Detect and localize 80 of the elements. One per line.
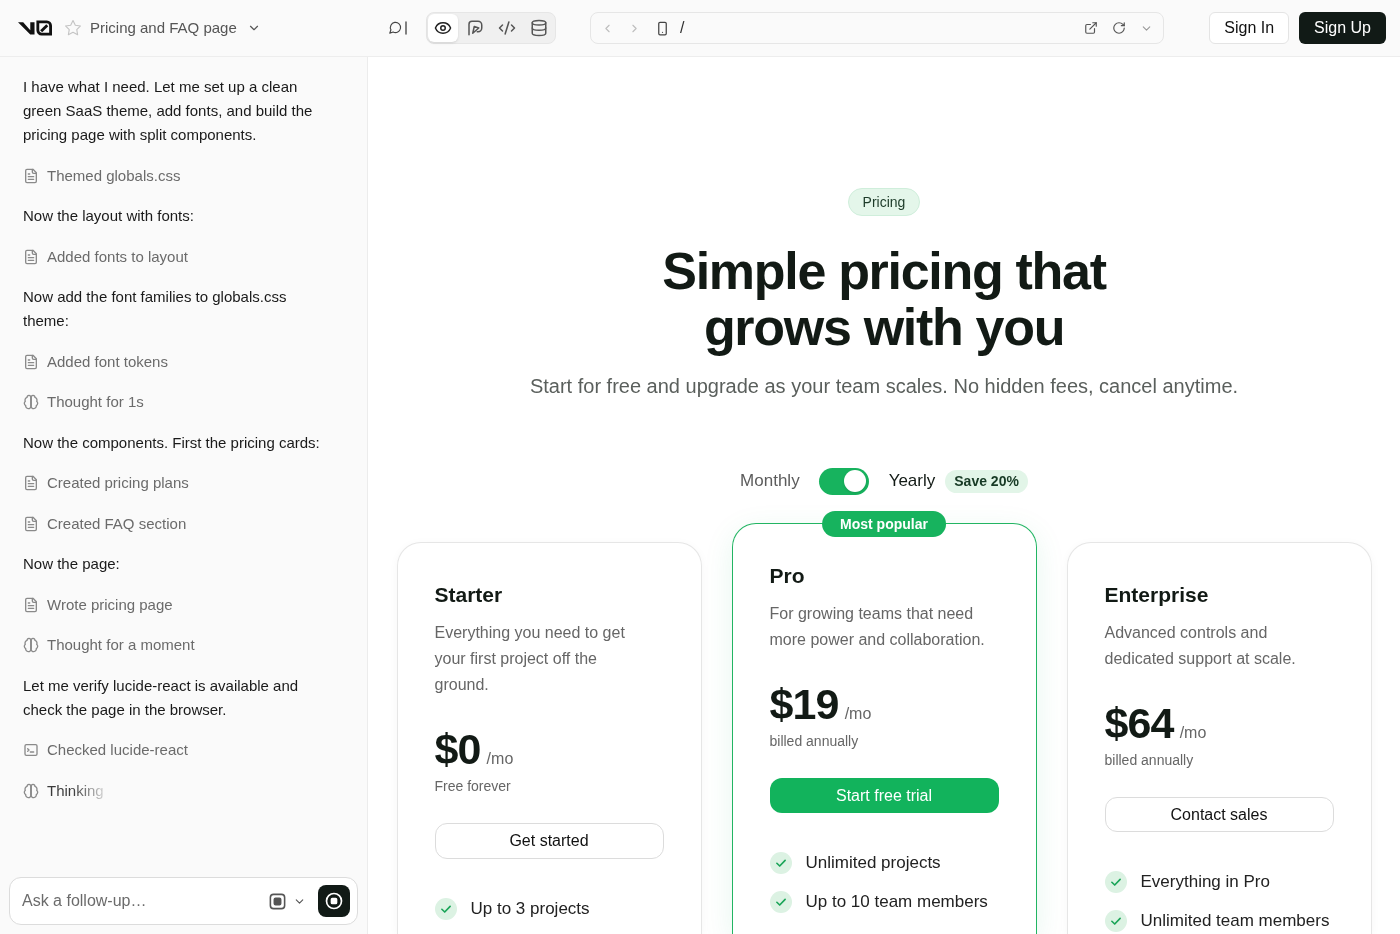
- step-label[interactable]: Created pricing plans: [47, 471, 189, 495]
- billing-label: Monthly: [740, 470, 800, 493]
- plan-feature: Unlimited team members: [1140, 910, 1330, 933]
- assistant-message: Now the layout with fonts:: [23, 206, 195, 226]
- price-period: /mo: [1179, 723, 1207, 743]
- billing-switch[interactable]: [818, 467, 869, 495]
- brain-icon: [23, 637, 39, 653]
- brain-icon: [23, 394, 39, 410]
- price-period: /mo: [486, 749, 514, 769]
- step-label[interactable]: Thought for a moment: [47, 633, 195, 657]
- assistant-message: Now add the font families to globals.css theme:: [23, 287, 288, 331]
- code-icon: [498, 19, 516, 37]
- file-icon: [23, 353, 39, 370]
- price-period: /mo: [844, 704, 872, 724]
- chat-arrow-icon: [466, 19, 484, 37]
- sign-in-button[interactable]: Sign In: [1209, 12, 1290, 44]
- assistant-message: Now the components. First the pricing cards:: [23, 432, 321, 453]
- file-icon: [23, 475, 39, 491]
- price-note: Free forever: [434, 777, 512, 796]
- plan-description: For growing teams that need more power and collaboration.: [769, 604, 986, 650]
- plan-feature: Up to 10 team members: [805, 891, 988, 914]
- chat-bubble-icon[interactable]: [388, 19, 408, 37]
- stop-icon: [324, 891, 344, 911]
- plan-description: Advanced controls and dedicated support at scale.: [1104, 623, 1297, 669]
- check-icon: [769, 852, 792, 874]
- terminal-icon: [23, 742, 39, 758]
- phone-icon[interactable]: [655, 20, 670, 36]
- assistant-message: Let me verify lucide-react is available and check the page in the browser.: [23, 675, 300, 720]
- assistant-message: I have what I need. Let me set up a clean green SaaS theme, add fonts, and build the pricing page with split components.: [23, 77, 314, 145]
- plan-button[interactable]: Contact sales: [1104, 797, 1334, 832]
- plan-feature: Up to 3 projects: [470, 898, 590, 921]
- brain-icon: [23, 782, 39, 799]
- database-icon: [530, 19, 548, 37]
- check-icon: [434, 898, 457, 920]
- refresh-icon[interactable]: [1112, 21, 1126, 35]
- external-link-icon[interactable]: [1084, 21, 1098, 35]
- step-label[interactable]: Created FAQ section: [47, 511, 187, 536]
- check-icon: [769, 891, 792, 913]
- sign-up-button[interactable]: Sign Up: [1299, 12, 1386, 44]
- check-icon: [1104, 871, 1127, 893]
- eye-icon: [434, 19, 452, 37]
- plan-name: Starter: [434, 582, 504, 608]
- message-input[interactable]: Ask a follow-up…: [22, 889, 268, 913]
- assistant-message: Now the page:: [23, 554, 121, 574]
- step-label[interactable]: Added font tokens: [47, 349, 168, 374]
- plan-price: $0: [434, 725, 481, 773]
- url-path[interactable]: /: [680, 16, 685, 40]
- plan-price: $19: [769, 680, 839, 728]
- discount-badge: Save 20%: [945, 469, 1028, 493]
- page-subtitle: Start for free and upgrade as your team scales. No hidden fees, cancel anytime.: [529, 374, 1239, 399]
- price-note: billed annually: [1104, 751, 1195, 770]
- stop-button[interactable]: [318, 885, 350, 917]
- view-tab[interactable]: [428, 14, 458, 42]
- plan-button[interactable]: Start free trial: [769, 778, 999, 813]
- step-label[interactable]: Thought for 1s: [47, 390, 144, 414]
- popular-badge: Most popular: [822, 511, 946, 537]
- step-label[interactable]: Added fonts to layout: [47, 244, 188, 269]
- step-label[interactable]: Checked lucide-react: [47, 738, 188, 762]
- billing-label: Yearly: [888, 470, 936, 493]
- file-icon: [23, 515, 39, 532]
- file-icon: [23, 248, 39, 265]
- star-icon[interactable]: [64, 19, 82, 37]
- page-heading: Simple pricing that grows with you: [661, 243, 1108, 355]
- plan-feature: Everything in Pro: [1140, 871, 1270, 894]
- step-label[interactable]: Themed globals.css: [47, 163, 181, 188]
- plan-name: Pro: [769, 563, 806, 589]
- section-badge: Pricing: [847, 188, 921, 216]
- file-icon: [23, 596, 39, 613]
- file-icon: [23, 167, 39, 184]
- price-note: billed annually: [769, 732, 860, 751]
- square-icon[interactable]: [268, 891, 287, 911]
- project-title[interactable]: Pricing and FAQ page: [90, 16, 237, 40]
- logo-icon[interactable]: [18, 20, 52, 36]
- plan-description: Everything you need to get your first project off the ground.: [434, 623, 626, 695]
- plan-price: $64: [1104, 699, 1174, 747]
- plan-feature: Unlimited projects: [805, 852, 941, 875]
- plan-name: Enterprise: [1104, 582, 1210, 608]
- plan-button[interactable]: Get started: [434, 823, 664, 859]
- chat-input[interactable]: Ask a follow-up…: [9, 877, 358, 925]
- step-label[interactable]: Wrote pricing page: [47, 592, 173, 617]
